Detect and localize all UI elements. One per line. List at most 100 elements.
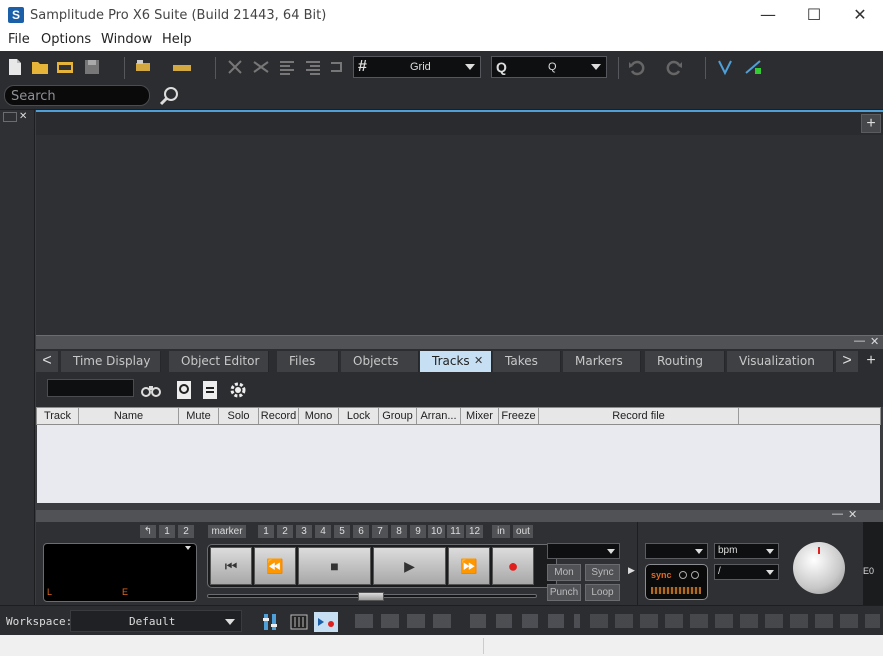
- expand-arrow-icon[interactable]: ▶: [628, 565, 635, 576]
- marker-number[interactable]: 8: [391, 525, 407, 538]
- to-start-button[interactable]: ⏮: [210, 547, 252, 585]
- align-left-icon[interactable]: [277, 57, 297, 77]
- loop-button[interactable]: Loop: [585, 584, 620, 601]
- new-project-icon[interactable]: [5, 57, 25, 77]
- transport-close-button[interactable]: ✕: [848, 508, 857, 521]
- marker-number[interactable]: 10: [428, 525, 445, 538]
- marker-back-button[interactable]: ↰: [140, 525, 156, 538]
- sync-source-select[interactable]: [547, 543, 620, 559]
- grid-select[interactable]: # Grid: [353, 56, 481, 78]
- search-icon[interactable]: [158, 85, 180, 107]
- column-header-lock[interactable]: Lock: [339, 408, 379, 424]
- redo-icon[interactable]: [664, 57, 684, 77]
- marker-number[interactable]: 7: [372, 525, 388, 538]
- maximize-button[interactable]: ☐: [791, 0, 837, 30]
- docker-minimize-button[interactable]: —: [854, 335, 865, 347]
- search-input[interactable]: Search: [4, 85, 150, 106]
- mixer-view-icon[interactable]: [262, 612, 278, 632]
- add-track-button[interactable]: +: [861, 114, 881, 133]
- volume-tool-icon[interactable]: [715, 57, 735, 77]
- out-point-button[interactable]: out: [513, 525, 533, 538]
- range-tool-icon[interactable]: [172, 57, 192, 77]
- automation-icon[interactable]: [743, 57, 763, 77]
- panel-close-icon[interactable]: ✕: [19, 111, 32, 122]
- stop-button[interactable]: ■: [298, 547, 371, 585]
- marker-1-button[interactable]: 1: [159, 525, 175, 538]
- column-header-record[interactable]: Record: [259, 408, 299, 424]
- minimize-button[interactable]: —: [745, 0, 791, 30]
- marker-2-button[interactable]: 2: [178, 525, 194, 538]
- menu-file[interactable]: File: [8, 32, 30, 47]
- panel-grip-icon[interactable]: [3, 112, 17, 122]
- tracks-table-body[interactable]: [37, 425, 880, 503]
- workspace-select[interactable]: Default: [70, 610, 242, 632]
- tab-files[interactable]: Files: [277, 351, 339, 372]
- tab-takes[interactable]: Takes: [493, 351, 561, 372]
- track-export-icon[interactable]: [202, 380, 218, 400]
- display-chevron-down-icon[interactable]: [185, 546, 191, 550]
- tab-routing[interactable]: Routing: [645, 351, 725, 372]
- tab-next-arrow[interactable]: >: [836, 351, 858, 372]
- tab-prev-arrow[interactable]: <: [36, 351, 58, 372]
- split-icon[interactable]: [251, 57, 271, 77]
- time-signature-select[interactable]: /: [714, 564, 779, 580]
- bpm-select[interactable]: bpm: [714, 543, 779, 559]
- quantize-select[interactable]: Q Q: [491, 56, 607, 78]
- open-project-icon[interactable]: [55, 57, 75, 77]
- column-header-mono[interactable]: Mono: [299, 408, 339, 424]
- column-header-arranger[interactable]: Arran...: [417, 408, 461, 424]
- rewind-button[interactable]: ⏪: [254, 547, 296, 585]
- menu-options[interactable]: Options: [41, 32, 91, 47]
- column-header-group[interactable]: Group: [379, 408, 417, 424]
- column-header-solo[interactable]: Solo: [219, 408, 259, 424]
- transport-minimize-button[interactable]: —: [832, 508, 843, 520]
- undo-icon[interactable]: [627, 57, 647, 77]
- tab-markers[interactable]: Markers: [563, 351, 641, 372]
- save-icon[interactable]: [82, 57, 102, 77]
- tempo-source-select[interactable]: [645, 543, 708, 559]
- add-tab-button[interactable]: +: [860, 351, 882, 372]
- tab-object-editor[interactable]: Object Editor: [169, 351, 269, 372]
- marker-number[interactable]: 1: [258, 525, 274, 538]
- menu-window[interactable]: Window: [101, 32, 152, 47]
- marker-number[interactable]: 11: [447, 525, 464, 538]
- track-info-icon[interactable]: [176, 380, 192, 400]
- tab-time-display[interactable]: Time Display: [61, 351, 161, 372]
- sync-indicator-display[interactable]: sync: [645, 564, 708, 600]
- object-tools-icon[interactable]: [134, 57, 154, 77]
- marker-label[interactable]: marker: [208, 525, 246, 538]
- column-header-mute[interactable]: Mute: [179, 408, 219, 424]
- cut-icon[interactable]: [225, 57, 245, 77]
- column-header-mixer[interactable]: Mixer: [461, 408, 499, 424]
- marker-number[interactable]: 9: [410, 525, 426, 538]
- time-display[interactable]: L E: [43, 543, 197, 602]
- play-button[interactable]: ▶: [373, 547, 446, 585]
- column-header-name[interactable]: Name: [79, 408, 179, 424]
- record-button[interactable]: ●: [492, 547, 534, 585]
- align-right-icon[interactable]: [303, 57, 323, 77]
- docker-close-button[interactable]: ✕: [870, 335, 879, 348]
- in-point-button[interactable]: in: [492, 525, 510, 538]
- sync-button[interactable]: Sync: [585, 564, 620, 581]
- fast-forward-button[interactable]: ⏩: [448, 547, 490, 585]
- mon-button[interactable]: Mon: [547, 564, 581, 581]
- marker-number[interactable]: 2: [277, 525, 293, 538]
- marker-number[interactable]: 3: [296, 525, 312, 538]
- tab-tracks[interactable]: Tracks ✕: [420, 351, 492, 372]
- tempo-knob[interactable]: [793, 542, 845, 594]
- marker-number[interactable]: 6: [353, 525, 369, 538]
- column-header-freeze[interactable]: Freeze: [499, 408, 539, 424]
- menu-help[interactable]: Help: [162, 32, 192, 47]
- punch-button[interactable]: Punch: [547, 584, 581, 601]
- settings-gear-icon[interactable]: [227, 379, 249, 401]
- close-button[interactable]: ✕: [837, 0, 883, 30]
- transport-view-icon[interactable]: [314, 612, 338, 632]
- marker-number[interactable]: 5: [334, 525, 350, 538]
- marker-number[interactable]: 4: [315, 525, 331, 538]
- open-folder-icon[interactable]: [30, 57, 50, 77]
- arrangement-area[interactable]: [36, 135, 883, 335]
- tab-objects[interactable]: Objects: [341, 351, 419, 372]
- marker-number[interactable]: 12: [466, 525, 483, 538]
- snap-icon[interactable]: [328, 57, 348, 77]
- tab-visualization[interactable]: Visualization: [727, 351, 834, 372]
